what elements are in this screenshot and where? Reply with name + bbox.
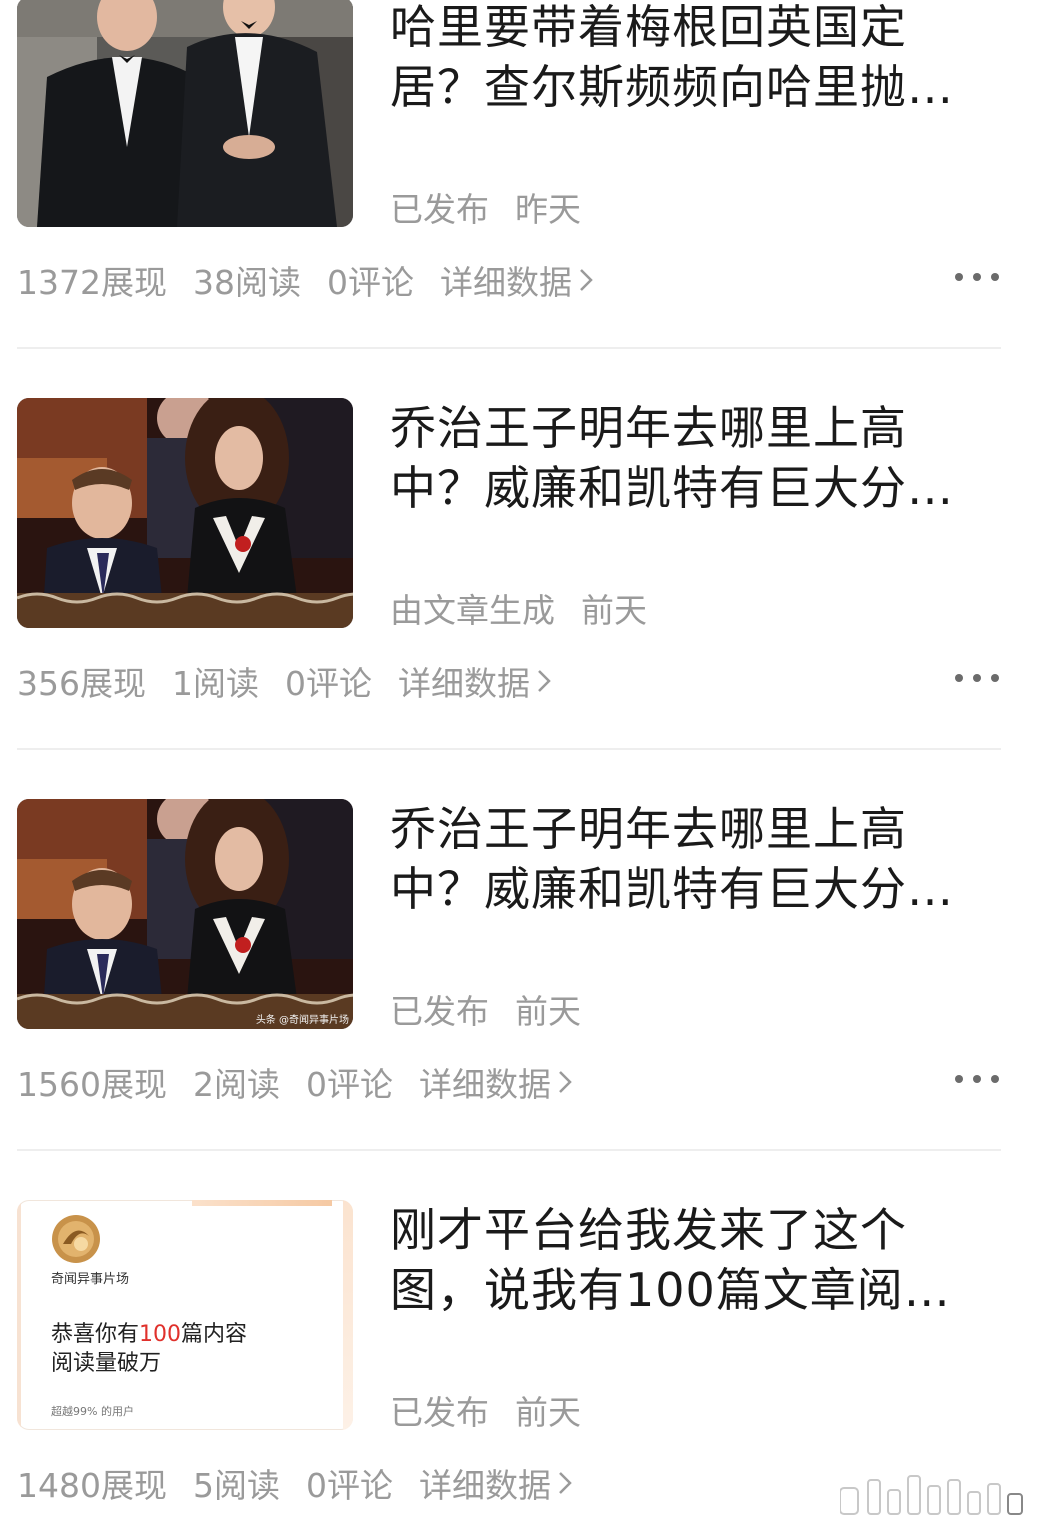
- comments-count: 0评论: [305, 1065, 393, 1104]
- article-thumbnail[interactable]: [17, 398, 353, 628]
- impressions-count: 1560展现: [17, 1065, 167, 1104]
- article-stats: 1480展现 5阅读 0评论 详细数据: [17, 1459, 599, 1507]
- card-line1-pre: 恭喜你有: [51, 1322, 140, 1347]
- dot-icon: [973, 674, 981, 682]
- article-stats: 356展现 1阅读 0评论 详细数据: [17, 657, 578, 705]
- card-line1-number: 100: [139, 1322, 182, 1347]
- more-options-button[interactable]: [955, 1069, 999, 1089]
- article-thumbnail[interactable]: 头条 @奇闻异事片场: [17, 799, 353, 1029]
- detail-data-link[interactable]: 详细数据: [419, 1058, 573, 1106]
- article-title[interactable]: 乔治王子明年去哪里上高 中？威廉和凯特有巨大分…: [390, 799, 1002, 919]
- chevron-right-icon: [559, 1071, 572, 1093]
- publish-time: 前天: [515, 1393, 581, 1432]
- article-stats: 1560展现 2阅读 0评论 详细数据: [17, 1058, 599, 1106]
- royals-photo-icon: [17, 799, 353, 1029]
- chevron-right-icon: [559, 1472, 572, 1494]
- article-meta: 已发布 前天: [390, 985, 581, 1033]
- detail-data-label: 详细数据: [398, 664, 530, 703]
- detail-data-label: 详细数据: [418, 1065, 551, 1104]
- publish-time: 前天: [515, 992, 581, 1031]
- dot-icon: [955, 1075, 963, 1083]
- thumbnail-watermark: 头条 @奇闻异事片场: [255, 1015, 349, 1026]
- card-line1-post: 篇内容: [181, 1322, 248, 1347]
- card-accent: [192, 1200, 332, 1206]
- article-thumbnail[interactable]: 奇闻异事片场 恭喜你有100篇内容 阅读量破万 超越99% 的用户: [17, 1200, 353, 1430]
- detail-data-label: 详细数据: [418, 1466, 551, 1505]
- card-footnote: 超越99% 的用户: [51, 1405, 134, 1418]
- card-accent: [343, 1200, 353, 1430]
- chevron-right-icon: [538, 670, 551, 692]
- divider: [17, 748, 1001, 750]
- reads-count: 5阅读: [192, 1466, 280, 1505]
- comments-count: 0评论: [305, 1466, 393, 1505]
- reads-count: 1阅读: [172, 664, 259, 703]
- detail-data-link[interactable]: 详细数据: [398, 657, 552, 705]
- publish-status: 由文章生成: [390, 591, 555, 630]
- dot-icon: [973, 1075, 981, 1083]
- article-title-line: 中？威廉和凯特有巨大分…: [390, 461, 954, 515]
- publish-status: 已发布: [390, 1393, 489, 1432]
- more-options-button[interactable]: [955, 668, 999, 688]
- article-title-line: 中？威廉和凯特有巨大分…: [390, 862, 954, 916]
- article-title[interactable]: 刚才平台给我发来了这个 图，说我有100篇文章阅…: [390, 1200, 1002, 1320]
- account-logo-icon: [52, 1215, 100, 1263]
- article-title-line: 乔治王子明年去哪里上高: [390, 802, 907, 856]
- card-line2: 阅读量破万: [51, 1351, 162, 1376]
- dot-icon: [991, 674, 999, 682]
- article-title-line: 图，说我有100篇文章阅…: [390, 1263, 951, 1317]
- comments-count: 0评论: [285, 664, 372, 703]
- divider: [17, 1149, 1001, 1151]
- publish-time: 前天: [581, 591, 647, 630]
- royals-photo-icon: [17, 398, 353, 628]
- impressions-count: 1480展现: [17, 1466, 167, 1505]
- publish-status: 已发布: [390, 992, 489, 1031]
- article-meta: 已发布 前天: [390, 1386, 581, 1434]
- card-congrats-text: 恭喜你有100篇内容 阅读量破万: [51, 1320, 247, 1378]
- detail-data-link[interactable]: 详细数据: [419, 1459, 573, 1507]
- impressions-count: 356展现: [17, 664, 146, 703]
- reads-count: 2阅读: [192, 1065, 280, 1104]
- card-accent: [17, 1200, 21, 1430]
- dot-icon: [955, 674, 963, 682]
- article-item[interactable]: 奇闻异事片场 恭喜你有100篇内容 阅读量破万 超越99% 的用户 刚才平台给我…: [0, 0, 1048, 1515]
- dot-icon: [991, 1075, 999, 1083]
- article-meta: 由文章生成 前天: [390, 584, 647, 632]
- article-title-line: 刚才平台给我发来了这个: [390, 1203, 907, 1257]
- article-title-line: 乔治王子明年去哪里上高: [390, 401, 907, 455]
- card-brand-name: 奇闻异事片场: [51, 1272, 130, 1287]
- article-title[interactable]: 乔治王子明年去哪里上高 中？威廉和凯特有巨大分…: [390, 398, 1002, 518]
- watermark-overlay-icon: [840, 1475, 1023, 1515]
